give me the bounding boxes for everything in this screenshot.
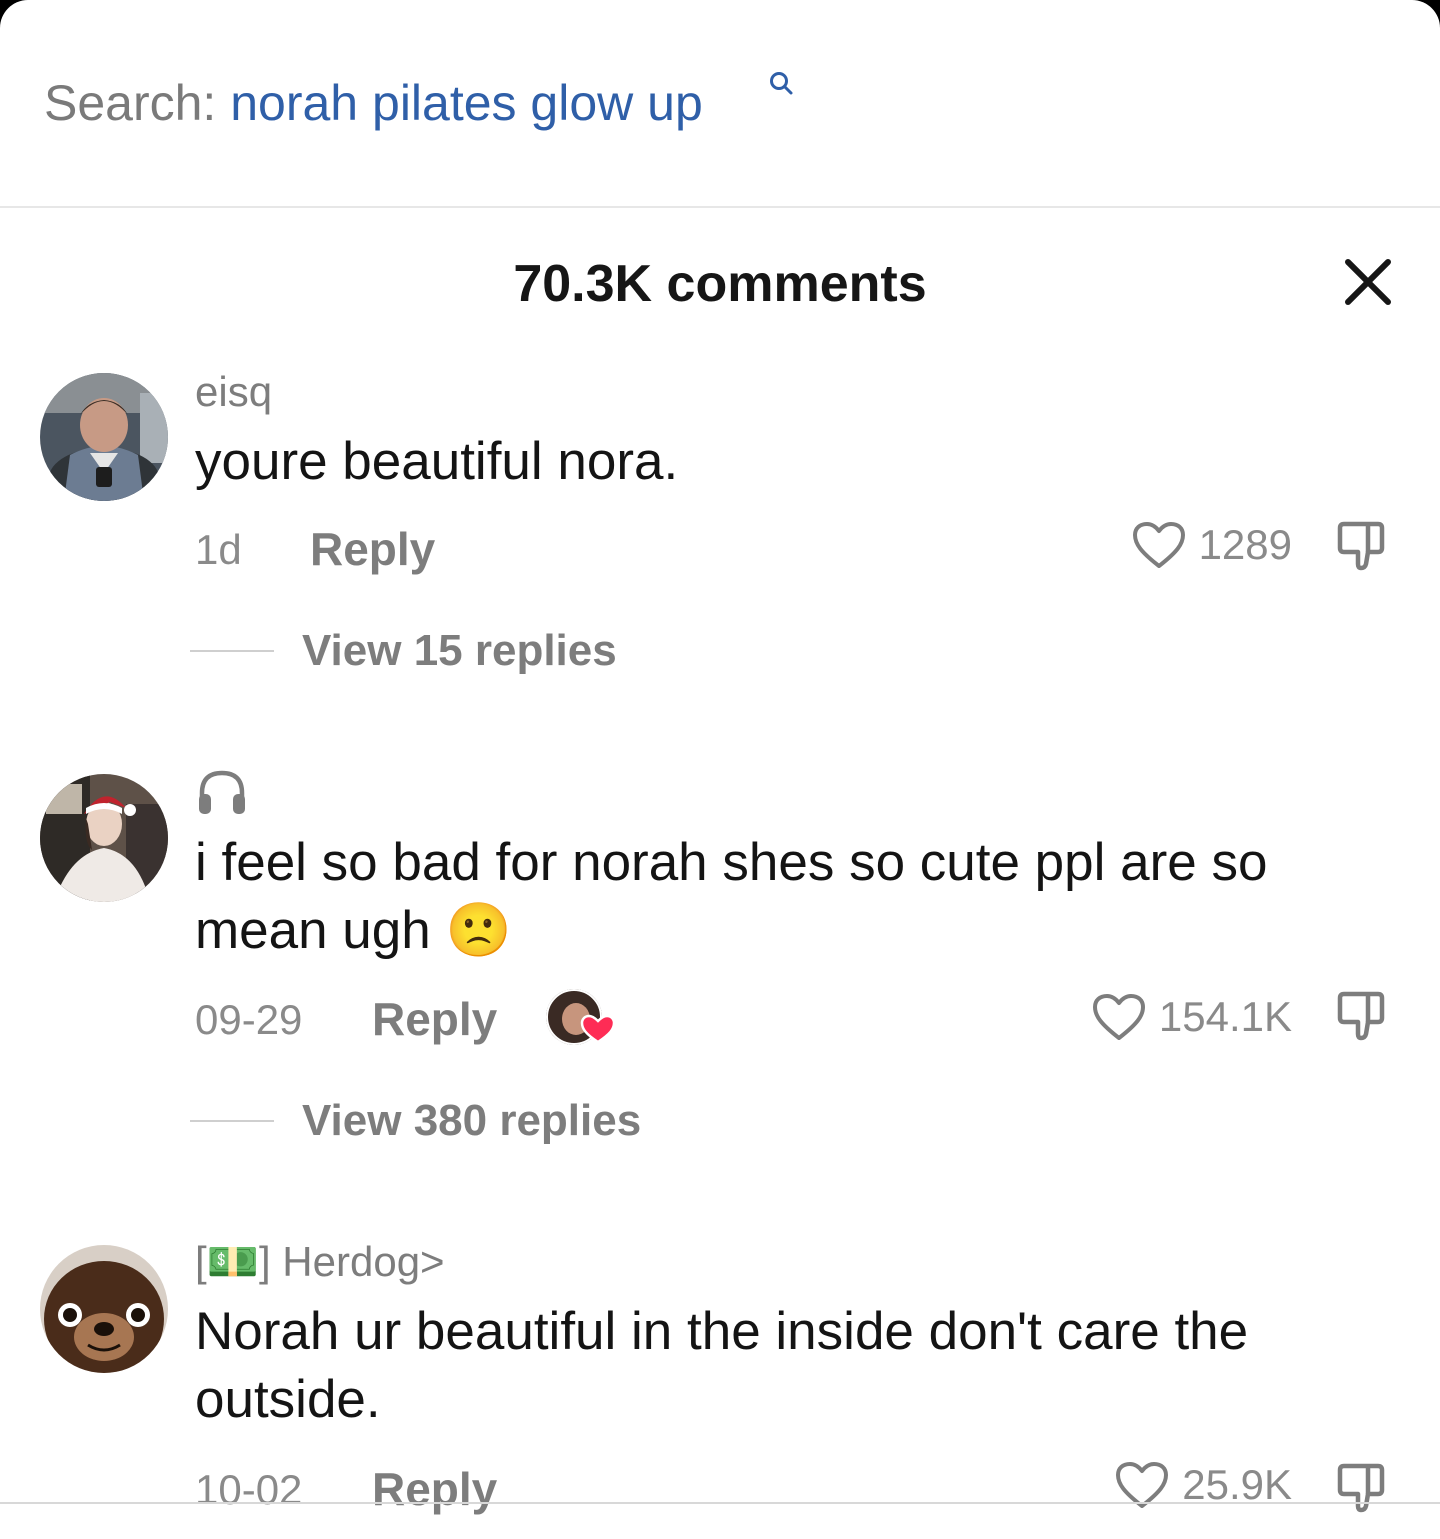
like-count: 154.1K xyxy=(1158,993,1292,1040)
comment-timestamp: 1d xyxy=(195,526,242,573)
search-query[interactable]: norah pilates glow up xyxy=(230,75,703,131)
search-label: Search: xyxy=(44,75,217,131)
comment-username[interactable]: eisq xyxy=(195,368,272,416)
heart-icon xyxy=(1092,994,1145,1040)
comments-sheet: Search: norah pilates glow up 70.3K comm… xyxy=(0,0,1440,1539)
like-count: 1289 xyxy=(1198,521,1292,568)
header-divider xyxy=(0,206,1440,208)
reply-button[interactable]: Reply xyxy=(372,1462,497,1516)
dislike-icon[interactable] xyxy=(1334,1460,1390,1516)
comment-timestamp: 10-02 xyxy=(195,1466,303,1513)
headphones-icon xyxy=(199,770,245,814)
comment-username[interactable]: [💵] Herdog> xyxy=(195,1238,445,1287)
creator-liked-badge xyxy=(546,989,616,1045)
search-icon[interactable] xyxy=(768,70,794,96)
view-replies-button[interactable]: View 380 replies xyxy=(190,1096,641,1146)
like-button[interactable]: 154.1K xyxy=(1091,992,1292,1042)
dislike-icon[interactable] xyxy=(1334,518,1390,574)
avatar[interactable] xyxy=(40,1245,168,1373)
dislike-icon[interactable] xyxy=(1334,988,1390,1044)
close-icon[interactable] xyxy=(1336,250,1400,314)
avatar[interactable] xyxy=(40,774,168,902)
search-bar[interactable]: Search: norah pilates glow up xyxy=(44,72,793,134)
bottom-divider xyxy=(0,1502,1440,1504)
view-replies-label: View 380 replies xyxy=(302,1096,642,1145)
replies-divider xyxy=(190,1120,274,1122)
comment-timestamp: 09-29 xyxy=(195,996,303,1043)
reply-button[interactable]: Reply xyxy=(372,992,497,1046)
view-replies-button[interactable]: View 15 replies xyxy=(190,626,617,676)
heart-icon xyxy=(1132,522,1185,568)
comments-count-title: 70.3K comments xyxy=(513,255,927,313)
view-replies-label: View 15 replies xyxy=(302,626,617,675)
like-button[interactable]: 1289 xyxy=(1131,520,1292,570)
comment-text: i feel so bad for norah shes so cute ppl… xyxy=(195,833,1268,960)
reply-button[interactable]: Reply xyxy=(310,522,435,576)
comment-text: Norah ur beautiful in the inside don't c… xyxy=(195,1302,1249,1429)
avatar[interactable] xyxy=(40,373,168,501)
replies-divider xyxy=(190,650,274,652)
comment-text: youre beautiful nora. xyxy=(195,432,679,491)
